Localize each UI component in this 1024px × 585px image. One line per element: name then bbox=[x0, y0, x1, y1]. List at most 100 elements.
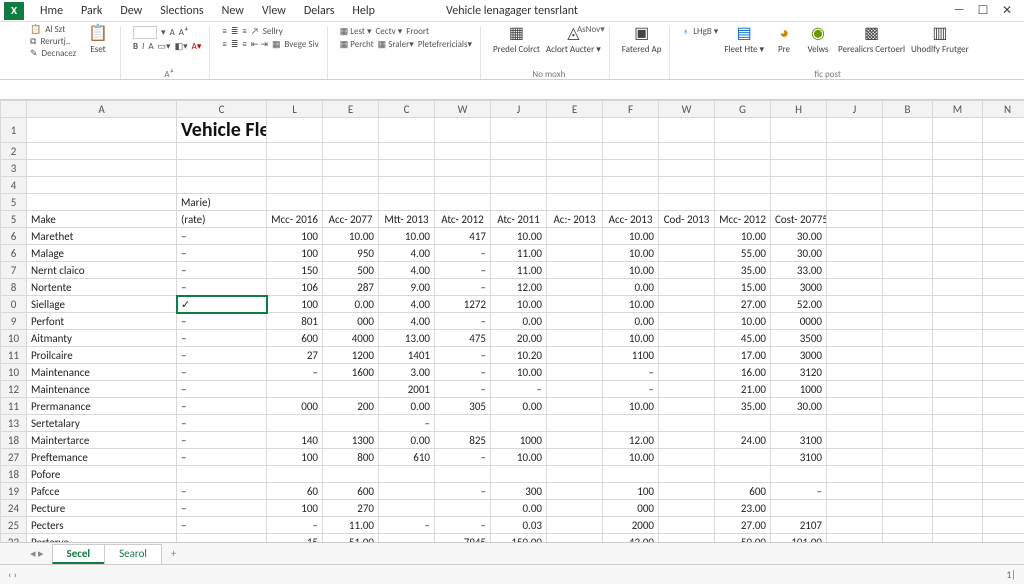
cell[interactable]: – bbox=[267, 364, 323, 381]
cell[interactable] bbox=[659, 262, 715, 279]
cell[interactable]: – bbox=[435, 245, 491, 262]
cell[interactable] bbox=[883, 245, 933, 262]
font-color-button[interactable]: A▾ bbox=[192, 41, 202, 52]
cell[interactable]: 10.00 bbox=[715, 228, 771, 245]
cell[interactable] bbox=[659, 364, 715, 381]
align-top-button[interactable]: ≡ bbox=[222, 26, 226, 37]
cell[interactable]: 0.03 bbox=[491, 517, 547, 534]
cell[interactable]: 27.00 bbox=[715, 517, 771, 534]
cell[interactable]: 1272 bbox=[435, 296, 491, 313]
cell[interactable] bbox=[659, 398, 715, 415]
sort-button[interactable]: ◉Velws bbox=[804, 26, 832, 55]
cell[interactable]: 30.00 bbox=[771, 228, 827, 245]
sheet-tab-searol[interactable]: Searol bbox=[104, 544, 162, 564]
cell[interactable]: 23.00 bbox=[715, 500, 771, 517]
cell[interactable] bbox=[983, 347, 1024, 364]
row-header[interactable]: 10 bbox=[1, 364, 27, 381]
cell[interactable] bbox=[659, 534, 715, 543]
cell[interactable]: 11.00 bbox=[323, 517, 379, 534]
cell[interactable]: 3000 bbox=[771, 279, 827, 296]
cell[interactable]: Pecture bbox=[27, 500, 177, 517]
cell[interactable]: 33.00 bbox=[771, 262, 827, 279]
cell[interactable] bbox=[983, 143, 1024, 160]
cell[interactable] bbox=[547, 517, 603, 534]
cell[interactable]: 600 bbox=[323, 483, 379, 500]
cell[interactable] bbox=[771, 500, 827, 517]
cell[interactable]: Proilcaire bbox=[27, 347, 177, 364]
cell[interactable] bbox=[983, 517, 1024, 534]
cell[interactable] bbox=[659, 177, 715, 194]
cell[interactable] bbox=[379, 143, 435, 160]
cell[interactable] bbox=[659, 500, 715, 517]
cell[interactable]: – bbox=[435, 347, 491, 364]
column-header-E[interactable]: E bbox=[323, 101, 379, 118]
cell[interactable] bbox=[323, 415, 379, 432]
cell[interactable] bbox=[659, 143, 715, 160]
cell[interactable]: – bbox=[603, 381, 659, 398]
cell[interactable] bbox=[603, 194, 659, 211]
cell[interactable] bbox=[27, 194, 177, 211]
column-header-B[interactable]: B bbox=[883, 101, 933, 118]
cell[interactable]: – bbox=[177, 279, 267, 296]
column-header-C[interactable]: C bbox=[177, 101, 267, 118]
cell[interactable] bbox=[827, 279, 883, 296]
cell[interactable] bbox=[883, 313, 933, 330]
cell[interactable] bbox=[827, 160, 883, 177]
cell[interactable] bbox=[933, 228, 983, 245]
status-left[interactable]: ‹ › bbox=[8, 568, 17, 581]
cell[interactable]: Atc- 2011 bbox=[491, 211, 547, 228]
cell[interactable] bbox=[267, 177, 323, 194]
cell[interactable]: – bbox=[177, 398, 267, 415]
cell[interactable] bbox=[933, 449, 983, 466]
cell[interactable] bbox=[983, 211, 1024, 228]
cell[interactable] bbox=[933, 330, 983, 347]
menu-hme[interactable]: Hme bbox=[32, 2, 71, 20]
cell[interactable]: 287 bbox=[323, 279, 379, 296]
cell[interactable] bbox=[547, 296, 603, 313]
cell[interactable] bbox=[547, 500, 603, 517]
cell[interactable]: 10.00 bbox=[491, 449, 547, 466]
cell[interactable] bbox=[435, 466, 491, 483]
cell[interactable] bbox=[983, 177, 1024, 194]
cell[interactable] bbox=[827, 262, 883, 279]
cell[interactable]: 35.00 bbox=[715, 262, 771, 279]
align-bot-button[interactable]: ≡ bbox=[242, 26, 246, 37]
styles-dropdown[interactable]: AsNov▾ bbox=[577, 24, 605, 35]
cell[interactable]: 1100 bbox=[603, 347, 659, 364]
cell[interactable]: 801 bbox=[267, 313, 323, 330]
cell[interactable]: – bbox=[379, 415, 435, 432]
cell[interactable] bbox=[715, 466, 771, 483]
cell[interactable] bbox=[827, 143, 883, 160]
decrease-font-button[interactable]: Aꜜ bbox=[179, 27, 189, 38]
cell[interactable] bbox=[547, 245, 603, 262]
cell[interactable]: Preftemance bbox=[27, 449, 177, 466]
cell[interactable]: 0.00 bbox=[491, 398, 547, 415]
row-header[interactable]: 9 bbox=[1, 313, 27, 330]
cell[interactable]: Atc- 2012 bbox=[435, 211, 491, 228]
cell[interactable]: 11.00 bbox=[491, 262, 547, 279]
cell[interactable]: – bbox=[177, 415, 267, 432]
column-header-A[interactable]: A bbox=[27, 101, 177, 118]
cell[interactable] bbox=[267, 143, 323, 160]
cell[interactable]: Siellage bbox=[27, 296, 177, 313]
cell[interactable]: – bbox=[177, 500, 267, 517]
cell[interactable] bbox=[883, 160, 933, 177]
cell[interactable] bbox=[983, 118, 1024, 143]
cell[interactable] bbox=[659, 330, 715, 347]
cell[interactable]: – bbox=[491, 381, 547, 398]
font-family-select[interactable] bbox=[133, 26, 157, 39]
column-header-H[interactable]: H bbox=[771, 101, 827, 118]
cell[interactable] bbox=[547, 398, 603, 415]
cell[interactable]: 10.00 bbox=[491, 228, 547, 245]
cell[interactable]: 30.00 bbox=[771, 398, 827, 415]
row-header[interactable]: 11 bbox=[1, 347, 27, 364]
cell[interactable] bbox=[435, 500, 491, 517]
cell[interactable] bbox=[983, 279, 1024, 296]
cell[interactable] bbox=[933, 534, 983, 543]
cell[interactable] bbox=[933, 296, 983, 313]
cell[interactable]: 24.00 bbox=[715, 432, 771, 449]
cell[interactable]: 1401 bbox=[379, 347, 435, 364]
merge-button[interactable]: Bvege Siv bbox=[285, 39, 319, 50]
cell[interactable] bbox=[827, 364, 883, 381]
cell[interactable]: 2000 bbox=[603, 517, 659, 534]
